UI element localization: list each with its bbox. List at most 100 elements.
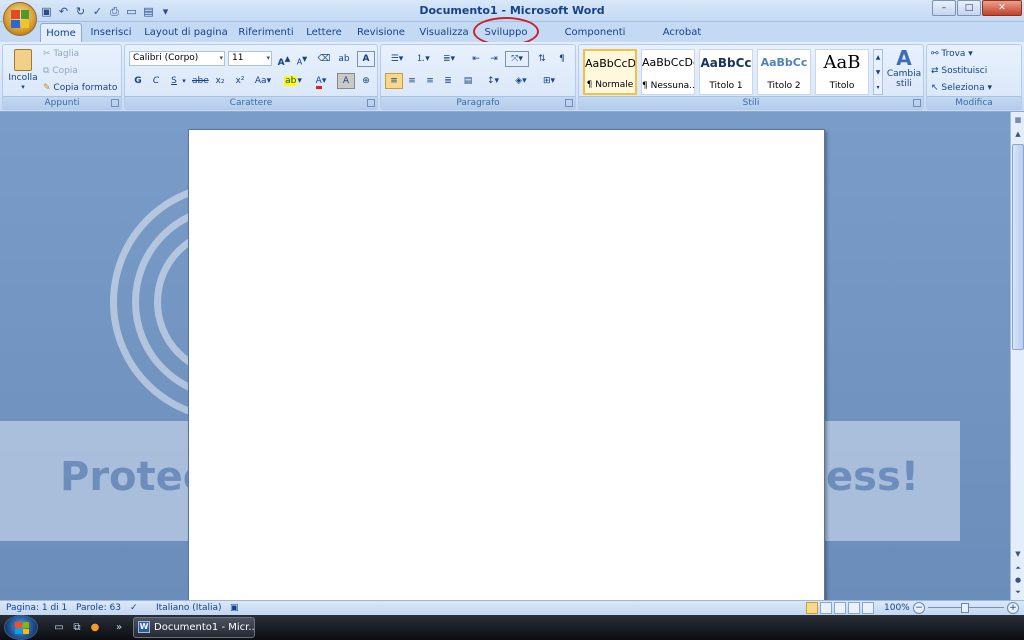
document-page[interactable] bbox=[188, 129, 825, 600]
shrink-font-button[interactable]: A▼ bbox=[293, 51, 311, 67]
draft-view-icon[interactable] bbox=[862, 602, 874, 614]
dialog-launcher-icon[interactable] bbox=[565, 99, 573, 107]
tab-visualizza[interactable]: Visualizza bbox=[416, 23, 472, 42]
strikethrough-button[interactable]: abe bbox=[191, 73, 209, 89]
show-formatting-marks-icon[interactable]: ¶ bbox=[553, 51, 571, 67]
shading-icon[interactable]: ◈▾ bbox=[509, 73, 533, 89]
align-left-icon[interactable]: ≡ bbox=[385, 73, 403, 89]
zoom-slider-knob[interactable] bbox=[961, 603, 969, 613]
bullets-icon[interactable]: ☰▾ bbox=[385, 51, 409, 67]
outline-view-icon[interactable] bbox=[848, 602, 860, 614]
phonetic-guide-icon[interactable]: ab bbox=[335, 51, 353, 67]
enclose-characters-icon[interactable]: ⊕ bbox=[357, 73, 375, 89]
taskbar-word-window[interactable]: W Documento1 - Micr... bbox=[133, 617, 255, 638]
proofing-icon[interactable]: ✓ bbox=[130, 602, 138, 615]
italic-button[interactable]: C bbox=[147, 73, 165, 89]
ruler-toggle-icon[interactable]: ▦ bbox=[1012, 114, 1024, 126]
styles-gallery-scroll[interactable]: ▲ ▼ ▾ bbox=[873, 49, 883, 95]
tab-acrobat[interactable]: Acrobat bbox=[656, 23, 708, 42]
highlight-color-button[interactable]: ab▾ bbox=[281, 73, 305, 89]
dialog-launcher-icon[interactable] bbox=[367, 99, 375, 107]
character-shading-icon[interactable]: A bbox=[337, 73, 355, 89]
dialog-launcher-icon[interactable] bbox=[111, 99, 119, 107]
style-nessuna-spaziatura[interactable]: AaBbCcDc ¶ Nessuna... bbox=[641, 49, 695, 95]
minimize-button[interactable]: – bbox=[932, 0, 956, 16]
bold-button[interactable]: G bbox=[129, 73, 147, 89]
character-border-icon[interactable]: A bbox=[357, 51, 375, 67]
group-label-font: Carattere bbox=[125, 96, 377, 109]
style-normale[interactable]: AaBbCcDc ¶ Normale bbox=[583, 49, 637, 95]
change-styles-button[interactable]: A Cambia stili bbox=[885, 47, 923, 95]
vertical-scrollbar[interactable]: ▦ ▲ ▼ ⏶ ● ⏷ bbox=[1010, 112, 1024, 600]
subscript-button[interactable]: x₂ bbox=[211, 73, 229, 89]
sort-icon[interactable]: ⇅ bbox=[533, 51, 551, 67]
font-name-combo[interactable]: Calibri (Corpo) ▾ bbox=[129, 51, 225, 66]
full-screen-view-icon[interactable] bbox=[820, 602, 832, 614]
style-titolo-1[interactable]: AaBbCc Titolo 1 bbox=[699, 49, 753, 95]
zoom-out-icon[interactable]: − bbox=[913, 602, 925, 614]
align-center-icon[interactable]: ≡ bbox=[403, 73, 421, 89]
numbering-icon[interactable]: ⒈▾ bbox=[411, 51, 435, 67]
clear-formatting-icon[interactable]: ⌫ bbox=[315, 51, 333, 67]
tab-revisione[interactable]: Revisione bbox=[352, 23, 410, 42]
decrease-indent-icon[interactable]: ⇤ bbox=[467, 51, 485, 67]
tab-lettere[interactable]: Lettere bbox=[302, 23, 346, 42]
justify-icon[interactable]: ≣ bbox=[439, 73, 457, 89]
macro-record-icon[interactable]: ▣ bbox=[230, 602, 239, 615]
format-painter-button[interactable]: ✎ Copia formato bbox=[43, 80, 117, 96]
tab-inserisci[interactable]: Inserisci bbox=[86, 23, 136, 42]
word-count[interactable]: Parole: 63 bbox=[76, 602, 121, 615]
print-layout-view-icon[interactable] bbox=[806, 602, 818, 614]
replace-button[interactable]: ⇄ Sostituisci bbox=[931, 63, 987, 79]
dialog-launcher-icon[interactable] bbox=[913, 99, 921, 107]
style-titolo[interactable]: AaB Titolo bbox=[815, 49, 869, 95]
close-button[interactable]: ✕ bbox=[982, 0, 1022, 16]
scroll-thumb[interactable] bbox=[1012, 144, 1024, 350]
tab-riferimenti[interactable]: Riferimenti bbox=[236, 23, 296, 42]
increase-indent-icon[interactable]: ⇥ bbox=[485, 51, 503, 67]
language[interactable]: Italiano (Italia) bbox=[156, 602, 222, 615]
line-spacing-icon[interactable]: ↕▾ bbox=[481, 73, 505, 89]
previous-page-icon[interactable]: ⏶ bbox=[1012, 562, 1024, 574]
status-bar: Pagina: 1 di 1 Parole: 63 ✓ Italiano (It… bbox=[0, 600, 1024, 615]
multilevel-list-icon[interactable]: ≣▾ bbox=[437, 51, 461, 67]
web-layout-view-icon[interactable] bbox=[834, 602, 846, 614]
office-button[interactable] bbox=[3, 2, 37, 36]
align-right-icon[interactable]: ≡ bbox=[421, 73, 439, 89]
text-direction-icon[interactable]: ⤧▾ bbox=[505, 51, 529, 67]
ribbon: Incolla ▾ ✂ Taglia ⧉ Copia ✎ Copia forma… bbox=[0, 42, 1024, 112]
browse-object-icon[interactable]: ● bbox=[1012, 574, 1024, 586]
zoom-in-icon[interactable]: + bbox=[1007, 602, 1019, 614]
style-titolo-2[interactable]: AaBbCc Titolo 2 bbox=[757, 49, 811, 95]
change-styles-label: Cambia stili bbox=[886, 69, 922, 89]
change-case-button[interactable]: Aa▾ bbox=[251, 73, 275, 89]
chevron-down-icon[interactable]: ▾ bbox=[179, 73, 189, 89]
font-size-combo[interactable]: 11 ▾ bbox=[228, 51, 272, 66]
grow-font-button[interactable]: A▲ bbox=[275, 51, 293, 68]
zoom-level[interactable]: 100% bbox=[884, 602, 910, 615]
start-button[interactable] bbox=[4, 615, 38, 640]
cut-button[interactable]: ✂ Taglia bbox=[43, 46, 79, 62]
switch-windows-icon[interactable]: ⧉ bbox=[70, 621, 84, 634]
select-button[interactable]: ↖ Seleziona ▾ bbox=[931, 80, 992, 96]
tab-componenti-aggiuntivi[interactable]: Componenti aggiuntivi bbox=[540, 23, 650, 57]
paste-button[interactable]: Incolla ▾ bbox=[7, 47, 39, 95]
borders-icon[interactable]: ⊞▾ bbox=[537, 73, 561, 89]
maximize-button[interactable]: □ bbox=[957, 0, 981, 16]
superscript-button[interactable]: x² bbox=[231, 73, 249, 89]
scroll-down-icon[interactable]: ▼ bbox=[1012, 548, 1024, 560]
font-color-button[interactable]: A▾ bbox=[309, 73, 333, 89]
copy-button[interactable]: ⧉ Copia bbox=[43, 63, 78, 79]
page-count[interactable]: Pagina: 1 di 1 bbox=[6, 602, 67, 615]
tab-layout-di-pagina[interactable]: Layout di pagina bbox=[142, 23, 230, 42]
next-page-icon[interactable]: ⏷ bbox=[1012, 586, 1024, 598]
more-icon[interactable]: » bbox=[112, 621, 126, 634]
distributed-icon[interactable]: ▤ bbox=[459, 73, 477, 89]
firefox-icon[interactable]: ● bbox=[88, 621, 102, 634]
style-sample: AaB bbox=[823, 52, 861, 73]
scroll-up-icon[interactable]: ▲ bbox=[1012, 128, 1024, 140]
find-button[interactable]: ⚯ Trova ▾ bbox=[931, 46, 973, 62]
group-label-clipboard: Appunti bbox=[3, 96, 121, 109]
tab-home[interactable]: Home bbox=[40, 23, 82, 42]
show-desktop-icon[interactable]: ▭ bbox=[52, 621, 66, 634]
